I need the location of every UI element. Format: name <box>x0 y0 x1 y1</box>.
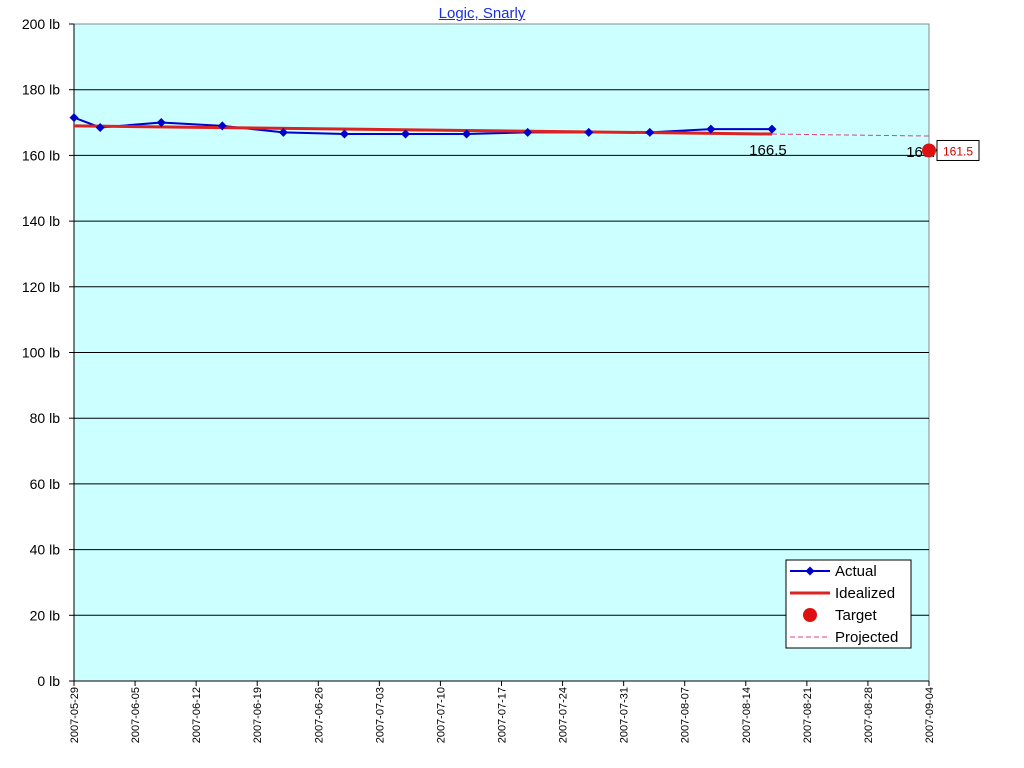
x-tick-label: 2007-07-03 <box>374 687 386 743</box>
y-tick-label: 60 lb <box>30 476 61 492</box>
weight-chart: 0 lb 20 lb 40 lb 60 lb 80 lb 100 lb 120 lb 140 … <box>22 16 980 743</box>
y-tick-label: 180 lb <box>22 82 60 98</box>
target-label: 161.5 <box>943 144 973 158</box>
y-tick-label: 20 lb <box>30 607 61 623</box>
legend-label: Actual <box>835 563 877 580</box>
x-tick-label: 2007-06-05 <box>130 687 142 743</box>
x-tick-label: 2007-08-07 <box>680 687 692 743</box>
x-tick-label: 2007-05-29 <box>69 687 81 743</box>
y-tick-label: 120 lb <box>22 279 60 295</box>
legend-target-swatch <box>803 608 817 622</box>
x-tick-label: 2007-08-28 <box>863 687 875 743</box>
legend-label: Target <box>835 607 878 624</box>
target-point <box>922 143 936 158</box>
x-tick-label: 2007-09-04 <box>924 687 936 743</box>
y-tick-label: 200 lb <box>22 16 60 32</box>
x-tick-label: 2007-06-19 <box>252 687 264 743</box>
x-tick-label: 2007-06-26 <box>313 687 325 743</box>
y-tick-label: 160 lb <box>22 147 60 163</box>
x-tick-label: 2007-07-31 <box>619 687 631 743</box>
legend-label: Projected <box>835 629 898 646</box>
legend-label: Idealized <box>835 585 895 602</box>
y-tick-label: 100 lb <box>22 345 60 361</box>
x-tick-label: 2007-06-12 <box>191 687 203 743</box>
x-tick-label: 2007-07-10 <box>435 687 447 743</box>
x-tick-label: 2007-07-24 <box>558 687 570 743</box>
data-label: 166.5 <box>749 142 787 159</box>
y-tick-label: 40 lb <box>30 542 61 558</box>
x-tick-label: 2007-08-21 <box>802 687 814 743</box>
y-tick-label: 80 lb <box>30 410 61 426</box>
y-tick-label: 140 lb <box>22 213 60 229</box>
x-tick-label: 2007-08-14 <box>741 687 753 743</box>
x-tick-label: 2007-07-17 <box>497 687 509 743</box>
y-tick-label: 0 lb <box>37 673 60 689</box>
